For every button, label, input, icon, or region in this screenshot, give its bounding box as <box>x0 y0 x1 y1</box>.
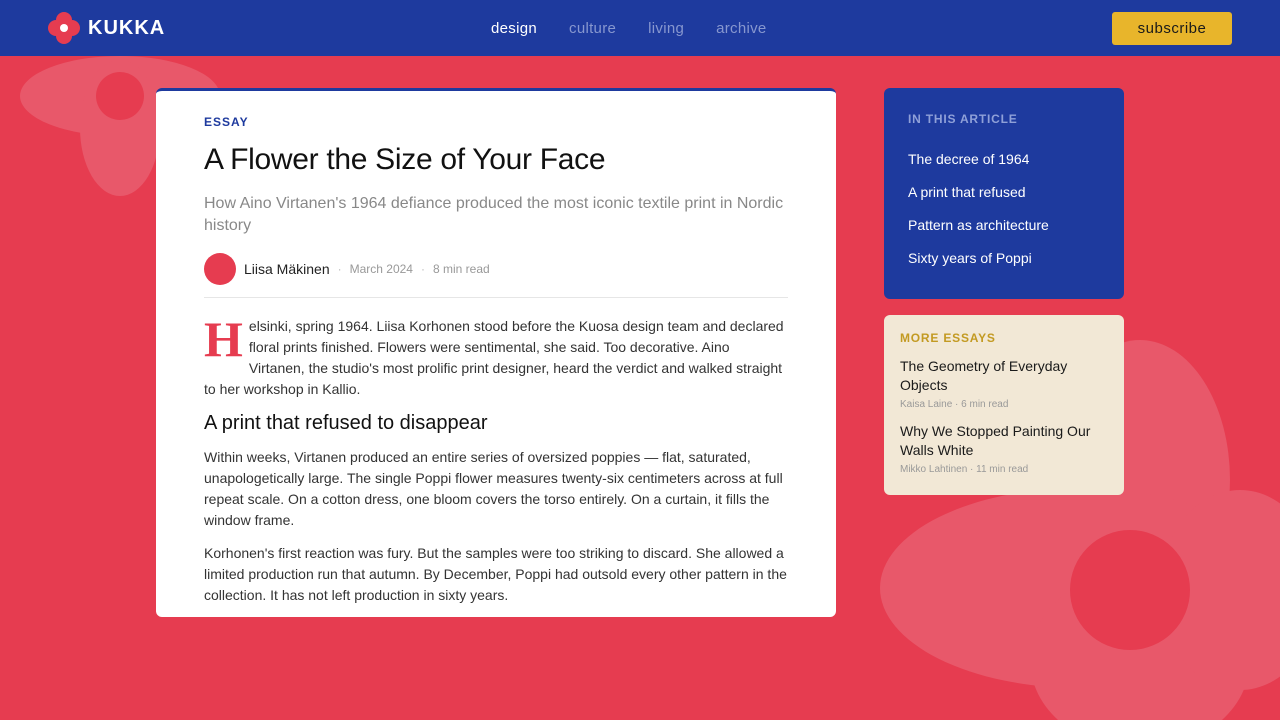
read-time: 8 min read <box>432 262 490 276</box>
article-subtitle: How Aino Virtanen's 1964 defiance produc… <box>204 195 784 234</box>
article-kicker: ESSAY <box>204 115 249 129</box>
brand-logo[interactable]: KUKKA <box>48 12 165 44</box>
more-essays-heading: MORE ESSAYS <box>900 331 996 345</box>
author-avatar[interactable] <box>204 253 236 285</box>
essay-title[interactable]: Why We Stopped Painting Our Walls White <box>900 422 1108 460</box>
article-card: ESSAY A Flower the Size of Your Face How… <box>156 88 836 617</box>
essay-title[interactable]: The Geometry of Everyday Objects <box>900 357 1108 395</box>
article-title: A Flower the Size of Your Face <box>204 143 606 176</box>
nav-link-culture[interactable]: culture <box>569 20 616 37</box>
author-name[interactable]: Liisa Mäkinen <box>244 261 330 277</box>
essay-card[interactable]: Why We Stopped Painting Our Walls White … <box>900 422 1108 475</box>
drop-cap: H <box>204 311 243 367</box>
main-nav: design culture living archive <box>491 0 767 56</box>
body-paragraph: Korhonen's first reaction was fury. But … <box>204 545 787 603</box>
nav-link-living[interactable]: living <box>648 20 684 37</box>
toc-item[interactable]: The decree of 1964 <box>908 150 1100 183</box>
subscribe-button[interactable]: subscribe <box>1112 12 1232 45</box>
top-navigation-bar: KUKKA design culture living archive subs… <box>0 0 1280 56</box>
essay-card[interactable]: The Geometry of Everyday Objects Kaisa L… <box>900 357 1108 410</box>
section-heading: A print that refused to disappear <box>204 412 488 434</box>
meta-separator: · <box>420 262 425 276</box>
lead-paragraph-text: elsinki, spring 1964. Liisa Korhonen sto… <box>204 318 784 397</box>
toc-list: The decree of 1964 A print that refused … <box>908 150 1100 282</box>
lead-paragraph: Helsinki, spring 1964. Liisa Korhonen st… <box>204 311 788 400</box>
toc-item[interactable]: Sixty years of Poppi <box>908 249 1100 282</box>
flower-logo-icon <box>48 12 80 44</box>
essay-meta: Kaisa Laine · 6 min read <box>900 399 1009 410</box>
publish-date: March 2024 <box>349 262 413 276</box>
toc-item[interactable]: Pattern as architecture <box>908 216 1100 249</box>
table-of-contents: IN THIS ARTICLE The decree of 1964 A pri… <box>884 88 1124 299</box>
byline-divider <box>204 297 788 298</box>
more-essays-panel: MORE ESSAYS The Geometry of Everyday Obj… <box>884 315 1124 495</box>
nav-link-archive[interactable]: archive <box>716 20 766 37</box>
nav-link-design[interactable]: design <box>491 20 537 37</box>
toc-heading: IN THIS ARTICLE <box>908 112 1018 126</box>
essay-meta: Mikko Lahtinen · 11 min read <box>900 464 1029 475</box>
brand-name: KUKKA <box>88 16 166 39</box>
toc-item[interactable]: A print that refused <box>908 183 1100 216</box>
meta-separator: · <box>337 262 342 276</box>
body-paragraph: Within weeks, Virtanen produced an entir… <box>204 449 783 528</box>
byline: Liisa Mäkinen · March 2024 · 8 min read <box>204 253 788 285</box>
